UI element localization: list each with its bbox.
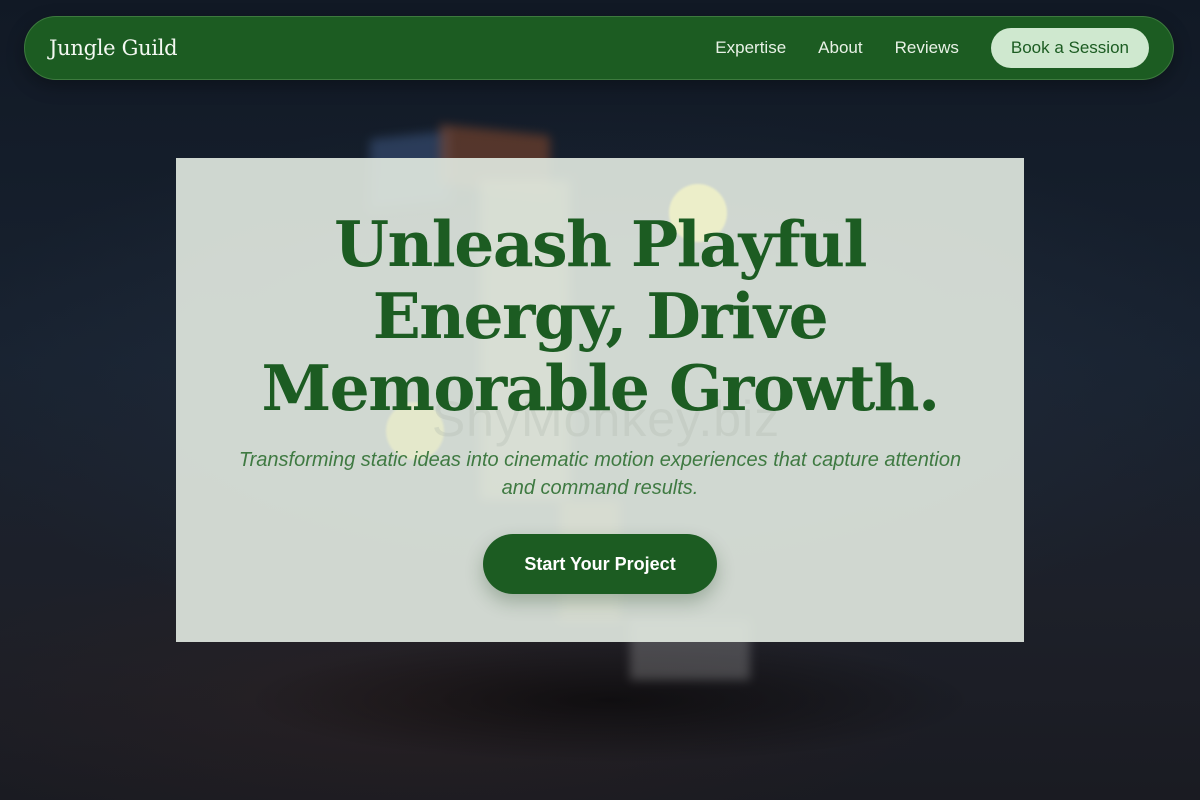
nav-links: Expertise About Reviews Book a Session — [715, 17, 1149, 79]
nav-link-expertise[interactable]: Expertise — [715, 38, 786, 58]
nav-link-about[interactable]: About — [818, 38, 862, 58]
book-session-button[interactable]: Book a Session — [990, 28, 1149, 68]
hero-subtitle: Transforming static ideas into cinematic… — [238, 449, 962, 499]
hero-panel: ShyMonkey.biz Unleash Playful Energy, Dr… — [176, 158, 1024, 642]
hero-headline: Unleash Playful Energy, Drive Memorable … — [261, 207, 940, 425]
start-project-button[interactable]: Start Your Project — [483, 534, 717, 594]
top-navbar: Jungle Guild Expertise About Reviews Boo… — [24, 16, 1174, 80]
brand-logo[interactable]: Jungle Guild — [49, 36, 178, 60]
nav-link-reviews[interactable]: Reviews — [895, 38, 959, 58]
